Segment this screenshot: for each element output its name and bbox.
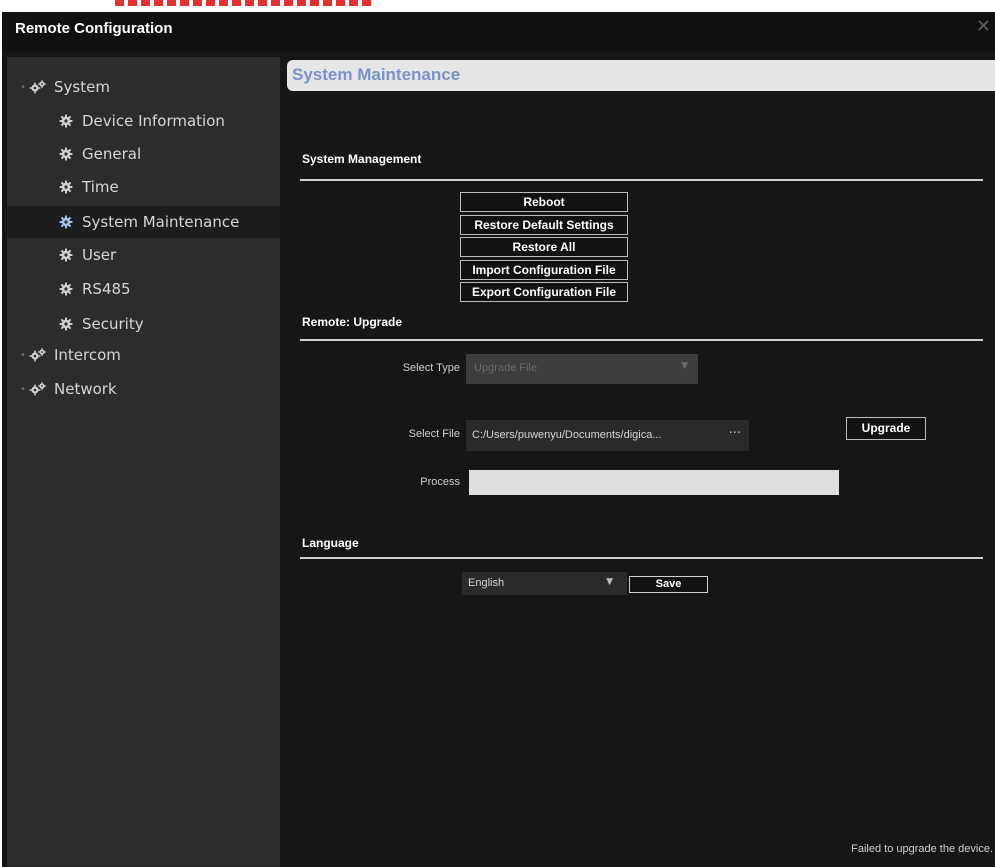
restore-default-settings-button[interactable]: Restore Default Settings xyxy=(460,215,628,235)
sidebar-item-label: General xyxy=(82,145,142,163)
gear-icon xyxy=(57,215,75,229)
select-file-label: Select File xyxy=(408,428,460,440)
language-dropdown[interactable]: English ▼ xyxy=(462,572,627,595)
chevron-down-icon: ▼ xyxy=(681,361,688,371)
close-icon[interactable]: ✕ xyxy=(976,18,991,36)
sidebar-item-time[interactable]: Time xyxy=(57,171,119,203)
remote-upgrade-title: Remote: Upgrade xyxy=(302,315,403,329)
gears-icon xyxy=(29,79,47,94)
select-type-label: Select Type xyxy=(402,362,460,374)
sidebar-item-label: Intercom xyxy=(54,346,121,364)
gears-icon xyxy=(29,347,47,362)
sidebar-item-intercom[interactable]: • Intercom xyxy=(7,339,121,371)
sidebar-tree: • System Device Information General Time Syst… xyxy=(7,57,280,867)
language-value: English xyxy=(468,577,505,589)
title-bar: Remote Configuration ✕ xyxy=(2,12,995,52)
gear-icon xyxy=(57,317,75,331)
sidebar-item-label: System xyxy=(54,78,110,96)
upgrade-button[interactable]: Upgrade xyxy=(846,417,926,440)
gear-icon xyxy=(57,114,75,128)
reboot-button[interactable]: Reboot xyxy=(460,192,628,212)
gear-icon xyxy=(57,180,75,194)
sidebar-item-rs485[interactable]: RS485 xyxy=(57,273,131,305)
main-panel: System Maintenance System Management Reb… xyxy=(280,52,995,867)
divider xyxy=(300,179,983,181)
page-header: System Maintenance xyxy=(287,60,995,91)
process-label: Process xyxy=(420,476,460,488)
sidebar-item-label: Device Information xyxy=(82,112,225,130)
gear-icon xyxy=(57,147,75,161)
export-configuration-file-button[interactable]: Export Configuration File xyxy=(460,282,628,302)
browse-button[interactable]: ··· xyxy=(729,426,741,441)
sidebar-item-user[interactable]: User xyxy=(57,239,116,271)
collapse-caret-icon[interactable]: • xyxy=(7,384,29,395)
remote-configuration-window: Remote Configuration ✕ • System Device Inf… xyxy=(2,12,995,867)
import-configuration-file-button[interactable]: Import Configuration File xyxy=(460,260,628,280)
divider xyxy=(300,339,983,341)
save-button[interactable]: Save xyxy=(629,576,708,593)
sidebar-item-security[interactable]: Security xyxy=(57,308,144,340)
select-type-value: Upgrade File xyxy=(474,362,537,374)
window-title: Remote Configuration xyxy=(15,20,173,37)
sidebar-item-general[interactable]: General xyxy=(57,138,141,170)
sidebar-item-label: System Maintenance xyxy=(82,213,240,231)
red-annotation-fragment xyxy=(115,0,375,11)
gears-icon xyxy=(29,381,47,396)
divider xyxy=(300,557,983,559)
sidebar-item-device-information[interactable]: Device Information xyxy=(57,105,225,137)
chevron-down-icon: ▼ xyxy=(606,577,613,587)
sidebar-item-label: User xyxy=(82,246,117,264)
sidebar-item-system-maintenance[interactable]: System Maintenance xyxy=(7,206,280,238)
status-message: Failed to upgrade the device. xyxy=(851,843,993,855)
select-file-path: C:/Users/puwenyu/Documents/digica... xyxy=(472,429,662,441)
sidebar-item-system[interactable]: • System xyxy=(7,71,110,103)
sidebar-item-label: Security xyxy=(82,315,144,333)
sidebar-item-network[interactable]: • Network xyxy=(7,373,117,405)
select-file-field[interactable]: C:/Users/puwenyu/Documents/digica... ··· xyxy=(466,420,749,451)
gear-icon xyxy=(57,248,75,262)
language-title: Language xyxy=(302,536,359,550)
sidebar-item-label: RS485 xyxy=(82,280,131,298)
sidebar-item-label: Time xyxy=(82,178,119,196)
gear-icon xyxy=(57,282,75,296)
expand-caret-icon[interactable]: • xyxy=(7,82,29,93)
select-type-dropdown: Upgrade File ▼ xyxy=(466,354,698,384)
sidebar-item-label: Network xyxy=(54,380,117,398)
upgrade-progress-bar xyxy=(469,470,839,495)
page-title: System Maintenance xyxy=(292,65,461,84)
collapse-caret-icon[interactable]: • xyxy=(7,350,29,361)
system-management-title: System Management xyxy=(302,152,422,166)
restore-all-button[interactable]: Restore All xyxy=(460,237,628,257)
